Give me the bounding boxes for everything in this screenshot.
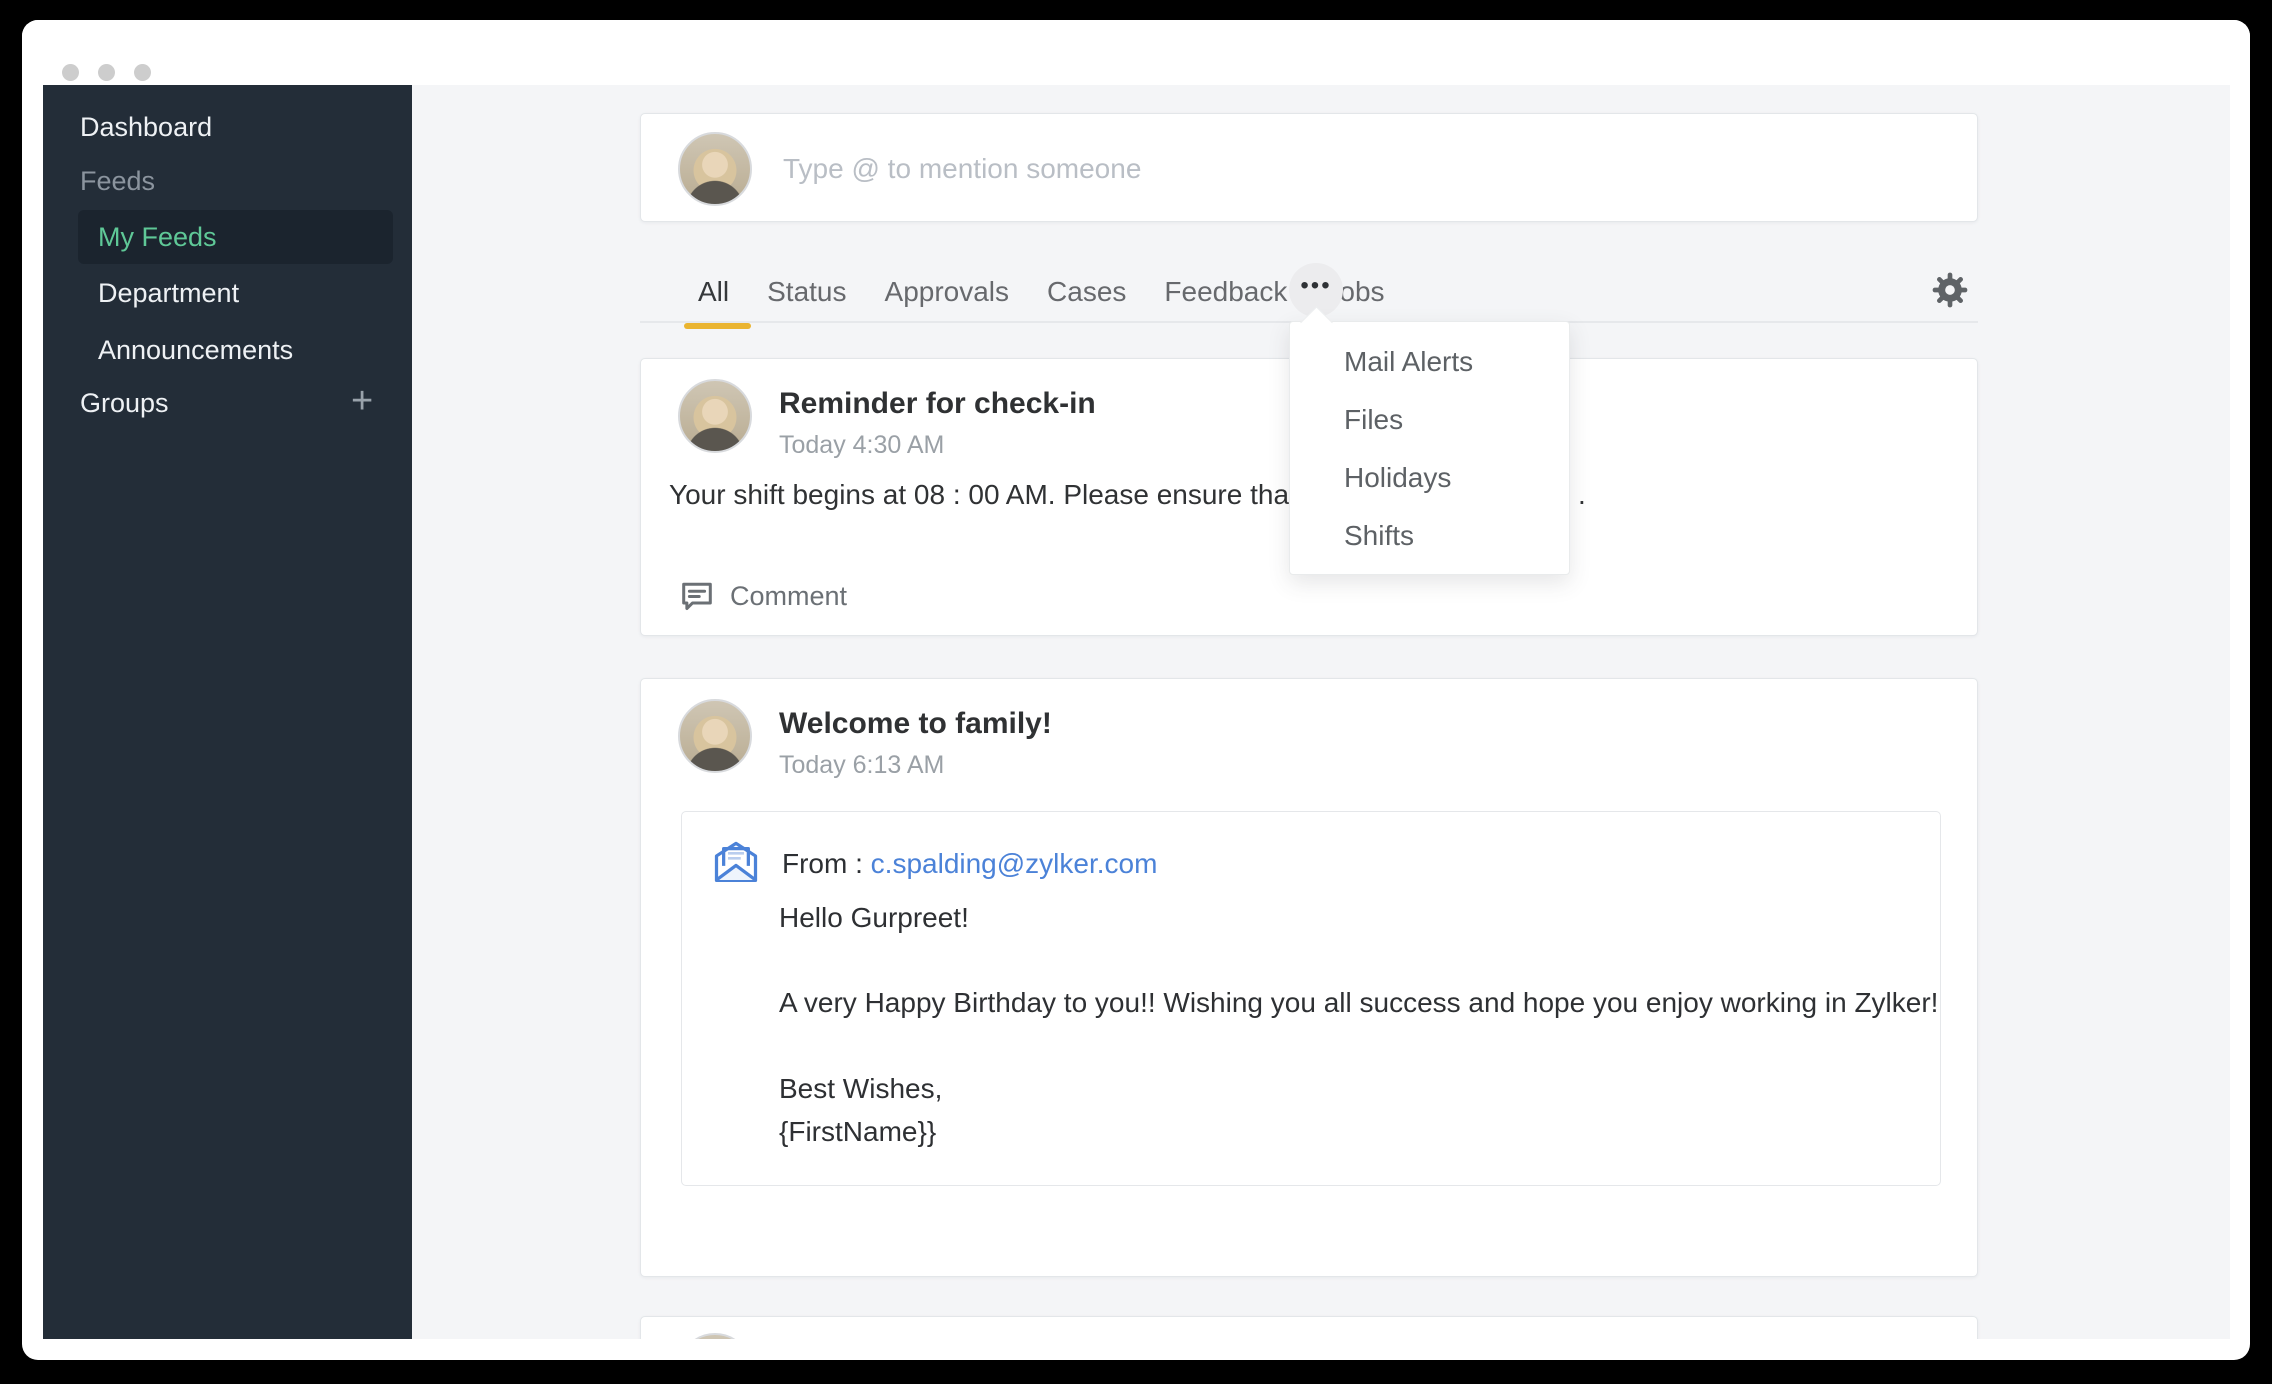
window-control-icon[interactable] [62, 64, 79, 81]
feed-settings-button[interactable] [1930, 270, 1970, 310]
sidebar: Dashboard Feeds My Feeds Department Anno… [43, 85, 412, 1339]
feed-post-welcome: Welcome to family! Today 6:13 AM From : … [640, 678, 1978, 1277]
from-label: From : [782, 848, 863, 879]
sidebar-item-my-feeds[interactable]: My Feeds [78, 210, 393, 264]
tab-all[interactable]: All [683, 276, 752, 329]
comment-icon [682, 582, 712, 611]
add-group-icon[interactable]: + [351, 381, 373, 421]
menu-item-mail-alerts[interactable]: Mail Alerts [1290, 333, 1569, 391]
avatar [678, 132, 752, 206]
open-envelope-icon [714, 841, 758, 883]
sidebar-item-announcements[interactable]: Announcements [98, 333, 293, 367]
tab-status[interactable]: Status [767, 276, 846, 308]
menu-item-holidays[interactable]: Holidays [1290, 449, 1569, 507]
tabs-overflow-menu: Mail Alerts Files Holidays Shifts [1289, 321, 1570, 575]
mention-input[interactable] [781, 144, 1931, 194]
feed-post-partial [640, 1316, 1978, 1339]
avatar [678, 699, 752, 773]
sidebar-item-groups[interactable]: Groups [80, 386, 169, 420]
comment-button[interactable]: Comment [678, 577, 847, 615]
sidebar-section-feeds[interactable]: Feeds [80, 164, 155, 198]
avatar [678, 1333, 752, 1339]
menu-item-files[interactable]: Files [1290, 391, 1569, 449]
feeds-main-area: All Status Approvals Cases Feedback Jobs… [412, 85, 2230, 1339]
app-window: Dashboard Feeds My Feeds Department Anno… [22, 20, 2250, 1360]
avatar [678, 379, 752, 453]
sidebar-item-dashboard[interactable]: Dashboard [80, 110, 212, 144]
tab-feedback[interactable]: Feedback [1164, 276, 1287, 308]
post-timestamp: Today 6:13 AM [779, 751, 945, 779]
post-title: Reminder for check-in [779, 387, 1096, 420]
status-composer [640, 113, 1978, 222]
tab-cases[interactable]: Cases [1047, 276, 1126, 308]
sidebar-item-label: My Feeds [98, 222, 217, 252]
desktop-background: Dashboard Feeds My Feeds Department Anno… [0, 0, 2272, 1384]
menu-item-shifts[interactable]: Shifts [1290, 507, 1569, 565]
sidebar-item-department[interactable]: Department [98, 276, 239, 310]
post-timestamp: Today 4:30 AM [779, 431, 945, 459]
window-control-icon[interactable] [134, 64, 151, 81]
post-body: Your shift begins at 08 : 00 AM. Please … [669, 479, 1335, 510]
email-body-line: {FirstName}} [779, 1116, 937, 1147]
email-from-row: From : c.spalding@zylker.com [782, 848, 1157, 880]
post-title: Welcome to family! [779, 707, 1052, 740]
email-body-line: Hello Gurpreet! [779, 902, 969, 933]
tab-approvals[interactable]: Approvals [885, 276, 1010, 308]
window-titlebar [22, 20, 2250, 85]
email-preview-card: From : c.spalding@zylker.com Hello Gurpr… [681, 811, 1941, 1186]
sender-email-link[interactable]: c.spalding@zylker.com [871, 848, 1158, 879]
window-control-icon[interactable] [98, 64, 115, 81]
gear-icon [1932, 272, 1968, 308]
post-body-trailing: . [1578, 479, 1586, 510]
ellipsis-icon: ••• [1300, 272, 1332, 299]
comment-label: Comment [730, 580, 848, 611]
email-body-line: Best Wishes, [779, 1073, 943, 1104]
email-body-line: A very Happy Birthday to you!! Wishing y… [779, 987, 1939, 1018]
